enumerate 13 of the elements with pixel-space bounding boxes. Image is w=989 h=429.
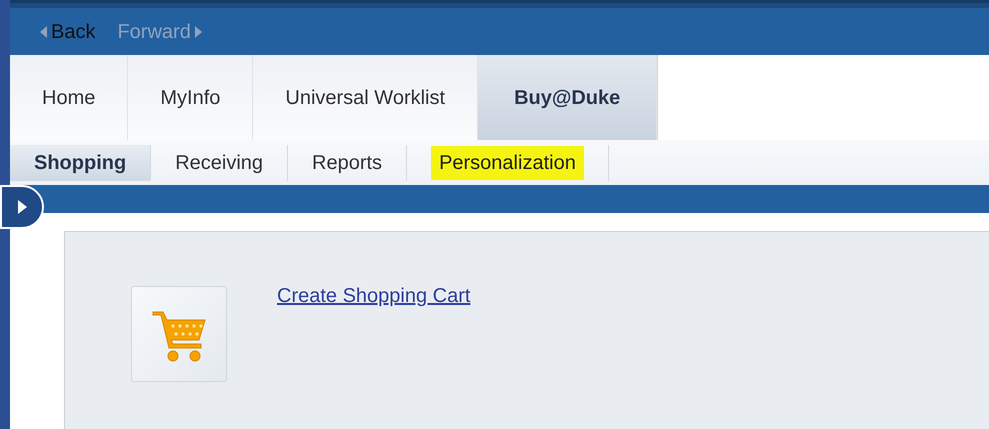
nav-tab[interactable]: Buy@Duke: [478, 55, 658, 140]
expand-icon: [16, 199, 28, 215]
expand-button[interactable]: [0, 185, 44, 229]
sub-tab[interactable]: Shopping: [10, 144, 152, 180]
sub-tab[interactable]: Receiving: [151, 144, 288, 180]
right-arrow-icon: [194, 26, 202, 38]
sub-tab[interactable]: Reports: [288, 144, 408, 180]
left-arrow-icon: [40, 26, 47, 38]
cart-tile[interactable]: [131, 286, 227, 382]
nav-tab[interactable]: Home: [10, 55, 128, 140]
nav-tab[interactable]: MyInfo: [128, 55, 254, 140]
create-cart-link[interactable]: Create Shopping Cart: [277, 285, 470, 307]
nav-tab[interactable]: Universal Worklist: [253, 55, 478, 140]
